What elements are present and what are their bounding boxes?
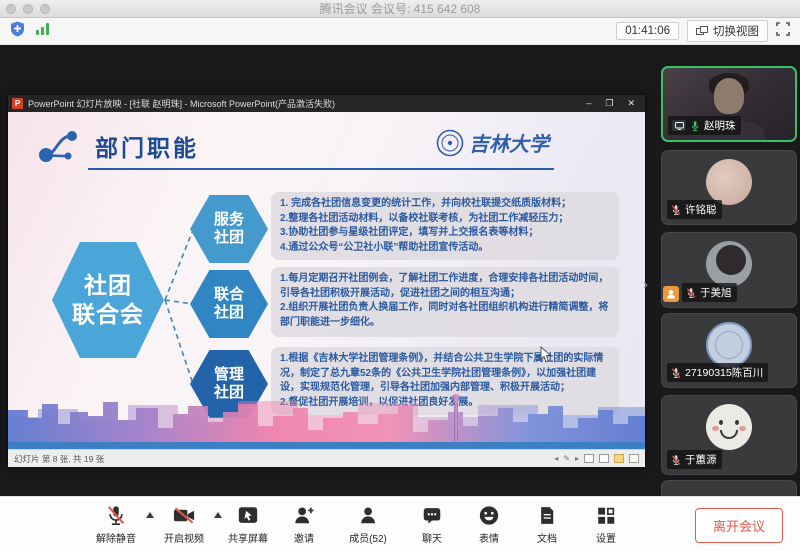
normal-view-icon[interactable] (584, 454, 594, 463)
mic-muted-icon (671, 204, 681, 216)
ppt-close-button[interactable]: ✕ (627, 99, 635, 108)
screen-sharing-icon (672, 120, 686, 131)
mic-muted-icon (671, 454, 681, 466)
mute-options-caret[interactable] (146, 512, 154, 518)
reading-view-icon[interactable] (629, 454, 639, 463)
emoji-smiley-icon (478, 504, 500, 527)
mic-muted-icon (105, 504, 127, 527)
window-title: 腾讯会议 会议号: 415 642 608 (320, 0, 481, 17)
participant-nametag: 许铭聪 (667, 200, 722, 219)
previous-slide-icon[interactable]: ◂ (554, 454, 558, 463)
tencent-meeting-window: 腾讯会议 会议号: 415 642 608 01:41:06 切换视图 (0, 0, 800, 551)
avatar (706, 241, 752, 287)
close-window-button[interactable] (6, 4, 16, 14)
start-video-button[interactable]: 开启视频 (164, 504, 204, 545)
participant-nametag: 于美旭 (682, 283, 737, 302)
participant-nametag: 27190315陈百川 (667, 363, 768, 382)
participant-tile[interactable]: 于美旭 (661, 232, 797, 308)
mouse-cursor (540, 346, 552, 368)
powerpoint-app-icon: P (12, 98, 23, 109)
participant-tile-speaker[interactable]: 赵明珠 (661, 66, 797, 142)
switch-view-button[interactable]: 切换视图 (687, 20, 768, 42)
participant-name: 于蕙源 (685, 452, 717, 467)
next-slide-icon[interactable]: ▸ (575, 454, 579, 463)
mic-muted-icon (671, 367, 681, 379)
slide-bottom-bar (8, 442, 645, 449)
participant-tile[interactable]: 27190315陈百川 (661, 313, 797, 388)
city-skyline-graphic (8, 387, 645, 442)
participant-tile[interactable]: 于蕙源 (661, 395, 797, 475)
bottom-control-bar: 解除静音 开启视频 共享屏幕 邀请 成员(52) 聊天 表情 (0, 496, 800, 551)
share-screen-icon (237, 504, 259, 527)
participant-nametag: 于蕙源 (667, 450, 722, 469)
meeting-main-area: P PowerPoint 幻灯片放映 - [社联 赵明珠] - Microsof… (0, 45, 800, 496)
shared-powerpoint-window: P PowerPoint 幻灯片放映 - [社联 赵明珠] - Microsof… (8, 95, 645, 467)
sorter-view-icon[interactable] (599, 454, 609, 463)
slide-counter: 幻灯片 第 8 张, 共 19 张 (14, 453, 104, 465)
document-icon (537, 504, 557, 527)
ppt-minimize-button[interactable]: – (586, 99, 591, 108)
university-logo: 吉林大学 (436, 128, 549, 157)
ppt-window-title: PowerPoint 幻灯片放映 - [社联 赵明珠] - Microsoft … (28, 97, 586, 110)
leave-meeting-button[interactable]: 离开会议 (695, 508, 783, 543)
mic-on-icon (690, 120, 700, 132)
participant-name: 赵明珠 (704, 118, 736, 133)
meeting-timer: 01:41:06 (616, 22, 679, 40)
members-icon (357, 504, 379, 527)
network-signal-icon[interactable] (35, 22, 50, 40)
branch-hexagon-service: 服务 社团 (190, 195, 268, 263)
chat-button[interactable]: 聊天 (421, 504, 443, 545)
university-seal-icon (436, 129, 464, 157)
heading-underline (88, 168, 554, 170)
ppt-titlebar: P PowerPoint 幻灯片放映 - [社联 赵明珠] - Microsof… (8, 95, 645, 112)
ppt-maximize-button[interactable]: ❐ (605, 99, 613, 108)
ppt-statusbar: 幻灯片 第 8 张, 共 19 张 ◂ ✎ ▸ (8, 449, 645, 467)
zoom-window-button[interactable] (40, 4, 50, 14)
invite-person-icon (293, 504, 315, 527)
participant-tile-partial[interactable] (661, 480, 797, 496)
camera-muted-icon (172, 504, 196, 527)
host-role-icon (663, 286, 679, 302)
pen-tool-icon[interactable]: ✎ (563, 454, 570, 463)
branch-node-icon (38, 125, 82, 170)
slide-canvas: 部门职能 吉林大学 社团 联合会 服务 社团 联合 社团 管理 社团 1. 完成… (8, 112, 645, 449)
participant-name: 许铭聪 (685, 202, 717, 217)
participant-tile[interactable]: 许铭聪 (661, 150, 797, 225)
unmute-button[interactable]: 解除静音 (96, 504, 136, 545)
chat-bubble-icon (421, 504, 443, 527)
minimize-window-button[interactable] (23, 4, 33, 14)
video-options-caret[interactable] (214, 512, 222, 518)
branch-hexagon-union: 联合 社团 (190, 270, 268, 338)
docs-button[interactable]: 文档 (537, 504, 557, 545)
layout-icon (696, 26, 708, 36)
share-screen-button[interactable]: 共享屏幕 (228, 504, 268, 545)
participant-nametag: 赵明珠 (668, 116, 741, 135)
members-button[interactable]: 成员(52) (349, 504, 387, 545)
avatar (706, 159, 752, 205)
participant-name: 于美旭 (700, 285, 732, 300)
sidebar-collapse-chevron[interactable]: › (643, 277, 648, 292)
avatar (706, 404, 752, 450)
mac-titlebar: 腾讯会议 会议号: 415 642 608 (0, 0, 800, 18)
participant-name: 27190315陈百川 (685, 365, 763, 380)
invite-button[interactable]: 邀请 (293, 504, 315, 545)
text-box-union: 1.每月定期召开社团例会，了解社团工作进度，合理安排各社团活动时间，引导各社团积… (271, 267, 619, 337)
slide-heading: 部门职能 (95, 129, 199, 163)
mic-muted-icon (686, 287, 696, 299)
university-name: 吉林大学 (469, 128, 549, 157)
meeting-toolbar: 01:41:06 切换视图 (0, 18, 800, 45)
text-box-service: 1. 完成各社团信息变更的统计工作，并向校社联提交纸质版材料； 2.整理各社团活… (271, 192, 619, 260)
center-hexagon: 社团 联合会 (52, 242, 164, 358)
security-shield-icon[interactable] (10, 21, 25, 42)
traffic-lights (6, 4, 50, 14)
settings-grid-icon (595, 504, 617, 527)
settings-button[interactable]: 设置 (595, 504, 617, 545)
avatar (706, 322, 752, 368)
emoji-button[interactable]: 表情 (478, 504, 500, 545)
slideshow-view-icon[interactable] (614, 454, 624, 463)
fullscreen-icon[interactable] (776, 22, 790, 41)
